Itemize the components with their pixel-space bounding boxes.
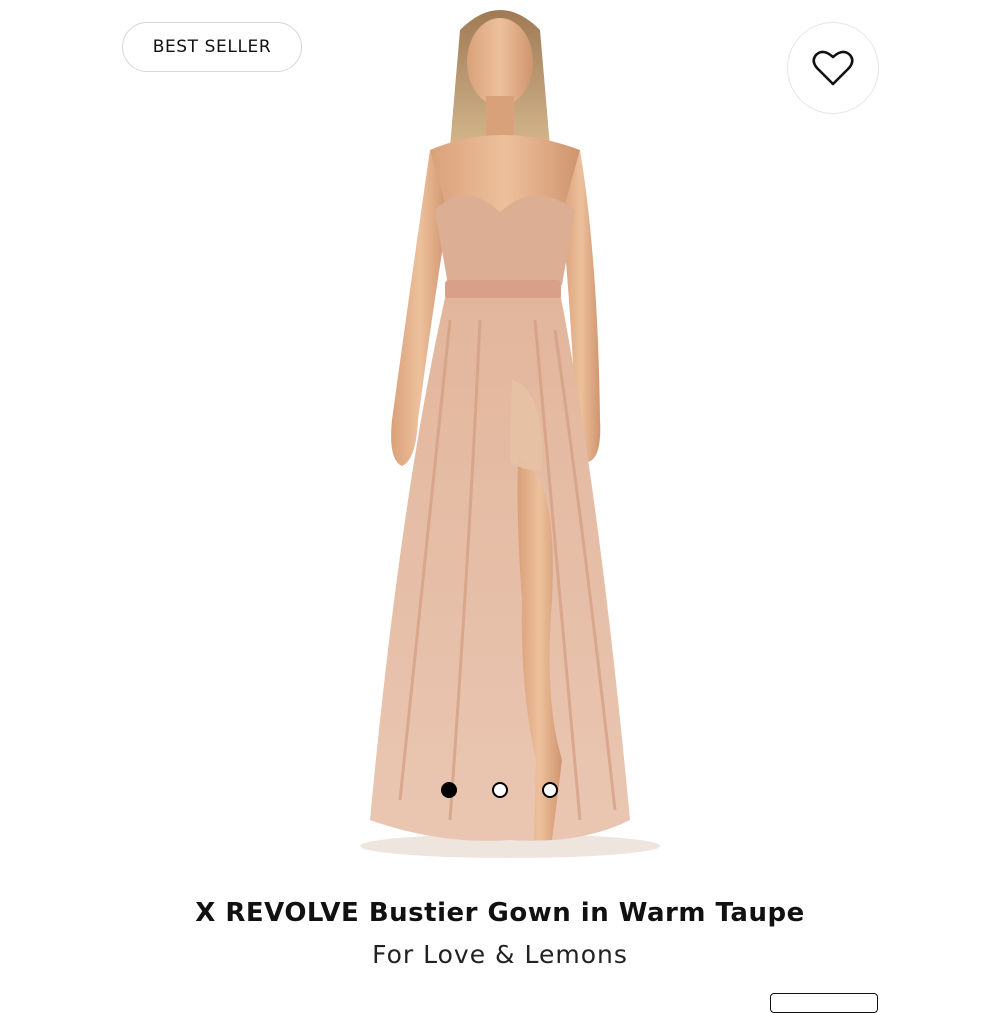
favorite-button[interactable] [788,23,878,113]
heart-icon [812,50,854,86]
neck [486,96,514,136]
face [467,18,533,106]
product-photo[interactable] [330,0,670,870]
carousel-dot-1[interactable] [441,782,457,798]
product-title[interactable]: X REVOLVE Bustier Gown in Warm Taupe [0,898,1000,928]
carousel-dot-3[interactable] [542,782,558,798]
carousel-dot-2[interactable] [492,782,508,798]
product-brand[interactable]: For Love & Lemons [0,940,1000,969]
partial-button[interactable] [770,993,878,1013]
best-seller-label: BEST SELLER [152,37,272,57]
waistband [445,280,561,300]
product-image-gallery[interactable]: BEST SELLER [0,0,1000,880]
carousel-indicators [0,782,1000,800]
bustier [435,195,575,285]
best-seller-badge: BEST SELLER [122,22,302,72]
